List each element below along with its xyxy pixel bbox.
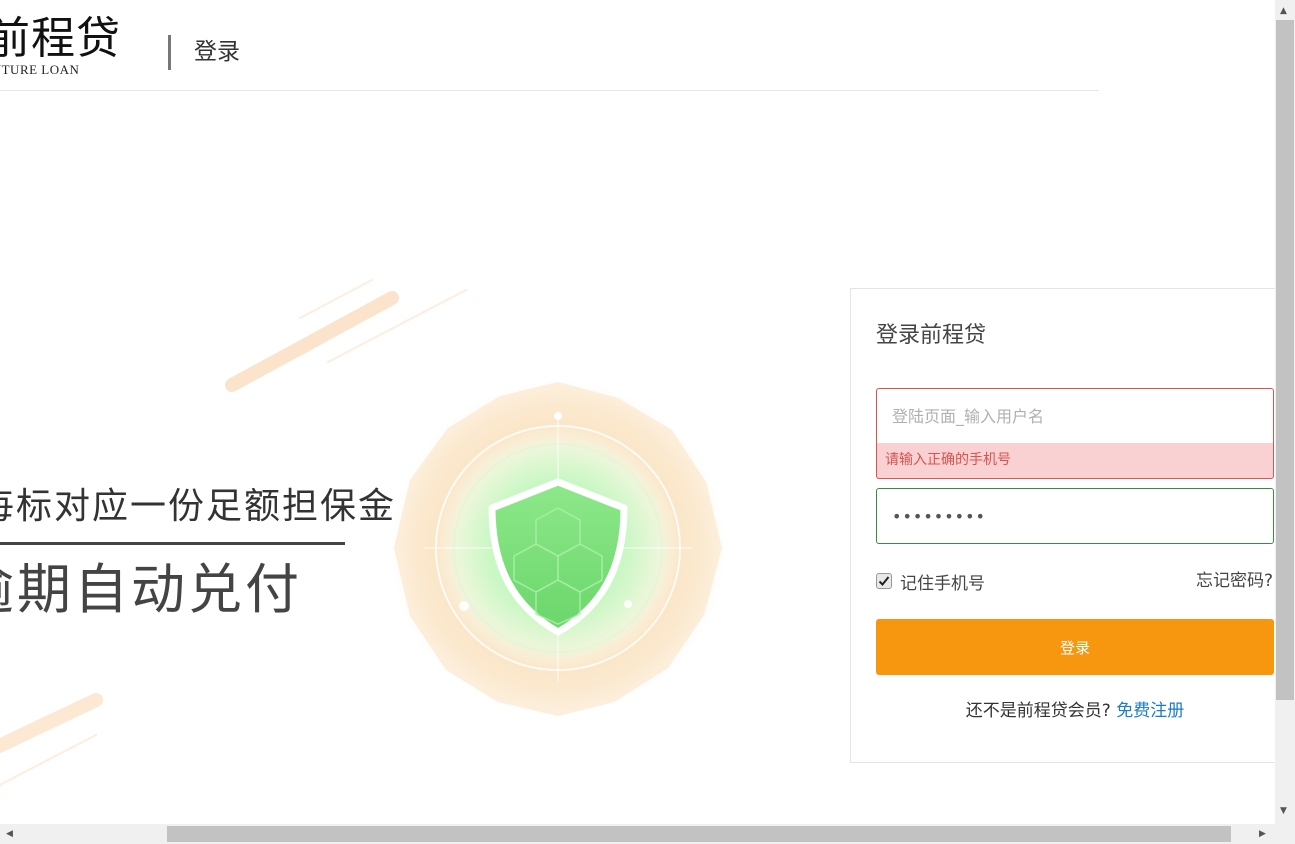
header-rule <box>0 90 1099 91</box>
login-card: 登录前程贷 请输入正确的手机号 记住手机号 忘记密码? 登录 还不是前程贷会员?… <box>850 288 1280 763</box>
slogan-line-1: 每标对应一份足额担保金 <box>0 486 397 527</box>
login-button[interactable]: 登录 <box>876 619 1274 675</box>
slogan-divider <box>0 542 345 545</box>
horizontal-scrollbar-thumb[interactable] <box>167 826 1231 842</box>
remember-phone-checkbox[interactable]: 记住手机号 <box>876 569 985 594</box>
checkbox-checked-icon[interactable] <box>876 573 892 589</box>
vertical-scrollbar-thumb[interactable] <box>1276 20 1294 700</box>
username-input[interactable] <box>876 388 1274 444</box>
scrollbar-corner <box>1275 824 1295 844</box>
register-prompt-text: 还不是前程贷会员? <box>965 701 1111 721</box>
scroll-left-icon[interactable]: ◀ <box>6 829 13 839</box>
logo-subtext: FUTURE LOAN <box>0 62 80 77</box>
banner-illustration <box>0 279 726 786</box>
streak-decoration <box>0 693 103 754</box>
scroll-up-icon[interactable]: ▲ <box>1280 6 1287 16</box>
logo[interactable]: 前程贷 <box>0 14 121 64</box>
username-error-message: 请输入正确的手机号 <box>876 443 1274 479</box>
password-input[interactable] <box>876 488 1274 544</box>
login-page: 前程贷 FUTURE LOAN 登录 <box>0 0 1295 844</box>
slogan-line-2: 逾期自动兑付 <box>0 558 302 621</box>
register-prompt: 还不是前程贷会员? 免费注册 <box>876 699 1274 723</box>
page-title: 登录 <box>194 39 240 65</box>
header-divider <box>168 35 171 70</box>
register-link[interactable]: 免费注册 <box>1116 701 1184 721</box>
scroll-down-icon[interactable]: ▼ <box>1280 806 1287 816</box>
scroll-right-icon[interactable]: ▶ <box>1259 829 1266 839</box>
login-title: 登录前程贷 <box>876 323 987 348</box>
forgot-password-link[interactable]: 忘记密码? <box>1196 569 1273 593</box>
remember-phone-label: 记住手机号 <box>900 573 985 594</box>
